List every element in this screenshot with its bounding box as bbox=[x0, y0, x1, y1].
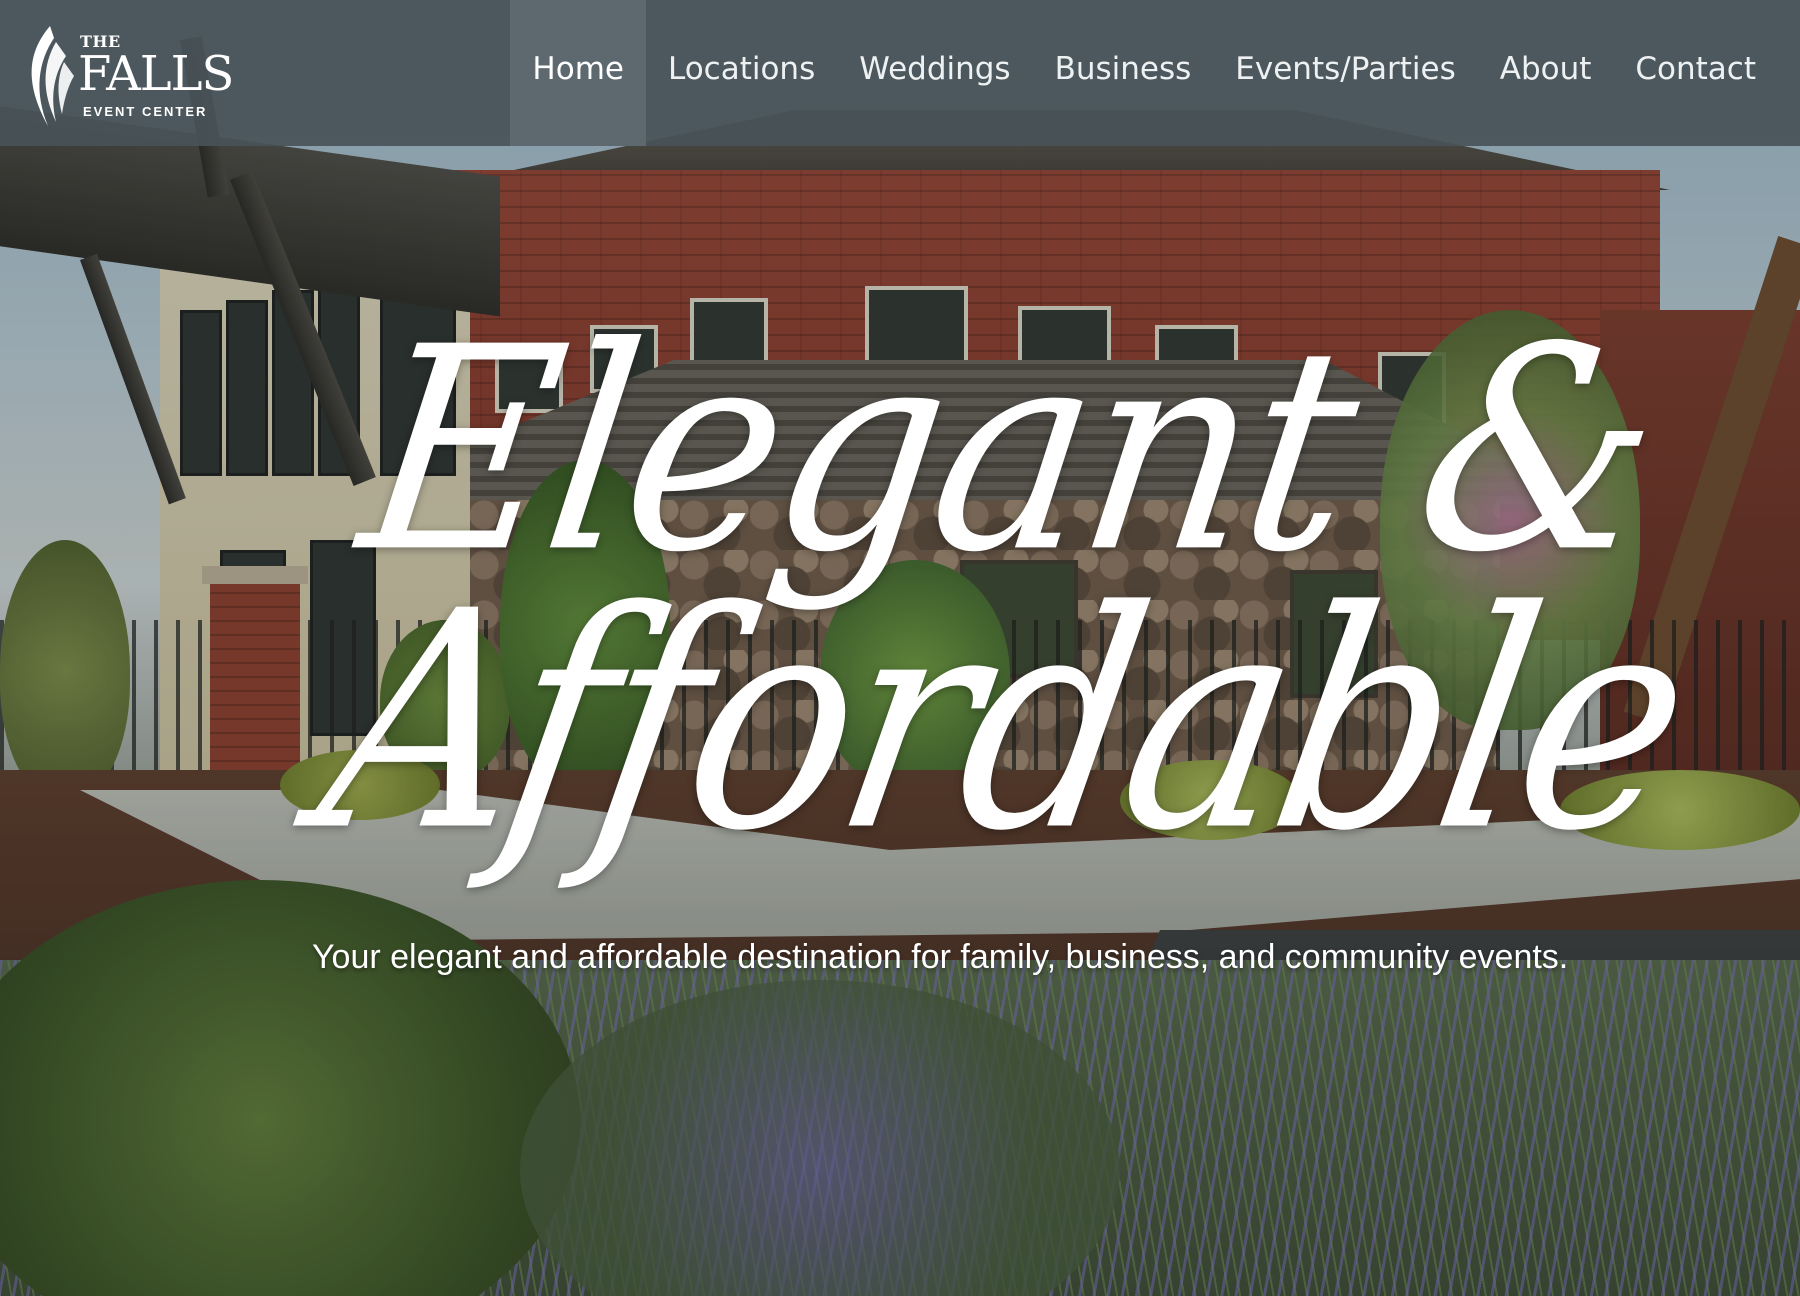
site-logo[interactable]: THE FALLS EVENT CENTER bbox=[20, 22, 234, 132]
site-header: THE FALLS EVENT CENTER Home Locations We… bbox=[0, 0, 1800, 146]
nav-business[interactable]: Business bbox=[1033, 0, 1214, 146]
logo-name: FALLS bbox=[78, 46, 234, 102]
flame-swoosh-icon bbox=[31, 26, 74, 126]
main-navigation: Home Locations Weddings Business Events/… bbox=[510, 0, 1778, 146]
hero-tagline: Your elegant and affordable destination … bbox=[312, 938, 1569, 976]
page: THE FALLS EVENT CENTER Home Locations We… bbox=[0, 0, 1800, 1296]
logo-subtitle: EVENT CENTER bbox=[83, 104, 208, 119]
nav-events-parties[interactable]: Events/Parties bbox=[1213, 0, 1477, 146]
nav-locations[interactable]: Locations bbox=[646, 0, 837, 146]
hero-background-image bbox=[0, 0, 1800, 1296]
nav-weddings[interactable]: Weddings bbox=[837, 0, 1032, 146]
nav-contact[interactable]: Contact bbox=[1613, 0, 1778, 146]
nav-home[interactable]: Home bbox=[510, 0, 646, 146]
nav-about[interactable]: About bbox=[1478, 0, 1614, 146]
